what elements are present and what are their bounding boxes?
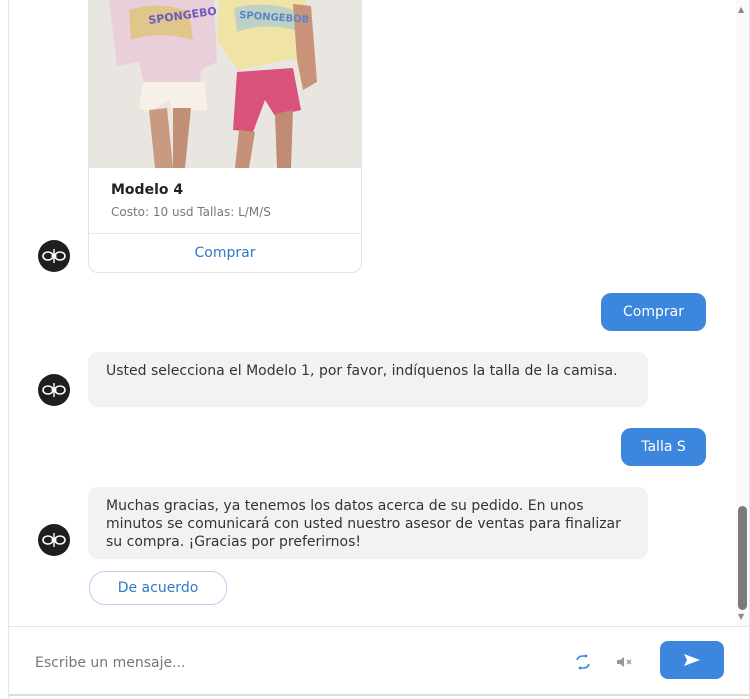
user-message-buy: Comprar <box>601 293 706 331</box>
product-image: SPONGEBO SPONGEBOB <box>89 0 361 168</box>
refresh-icon[interactable] <box>572 651 594 673</box>
bot-message-confirmation: Muchas gracias, ya tenemos los datos ace… <box>88 487 648 559</box>
scroll-up-icon[interactable]: ▲ <box>738 5 744 14</box>
message-input[interactable] <box>33 647 537 679</box>
buy-button[interactable]: Comprar <box>89 234 361 272</box>
message-list: SPONGEBO SPONGEBOB Modelo 4 Costo: 10 us… <box>9 0 734 626</box>
user-message-size: Talla S <box>621 428 706 466</box>
chat-window: SPONGEBO SPONGEBOB Modelo 4 Costo: 10 us… <box>8 0 750 699</box>
scrollbar-thumb[interactable] <box>738 506 747 610</box>
scroll-down-icon[interactable]: ▼ <box>738 612 744 621</box>
bot-logo-icon <box>38 374 70 406</box>
mute-icon[interactable] <box>614 651 636 673</box>
send-button[interactable] <box>660 641 724 679</box>
bot-message-size-prompt: Usted selecciona el Modelo 1, por favor,… <box>88 352 648 407</box>
product-details: Costo: 10 usd Tallas: L/M/S <box>111 205 271 219</box>
product-title: Modelo 4 <box>111 182 184 198</box>
product-photo: SPONGEBO SPONGEBOB <box>89 0 361 168</box>
quick-reply-agree-button[interactable]: De acuerdo <box>89 571 227 605</box>
bot-logo-icon <box>38 524 70 556</box>
send-icon <box>684 654 700 666</box>
message-composer <box>9 626 749 699</box>
bot-logo-icon <box>38 240 70 272</box>
product-card: SPONGEBO SPONGEBOB Modelo 4 Costo: 10 us… <box>88 0 362 273</box>
bottom-border <box>9 694 749 696</box>
